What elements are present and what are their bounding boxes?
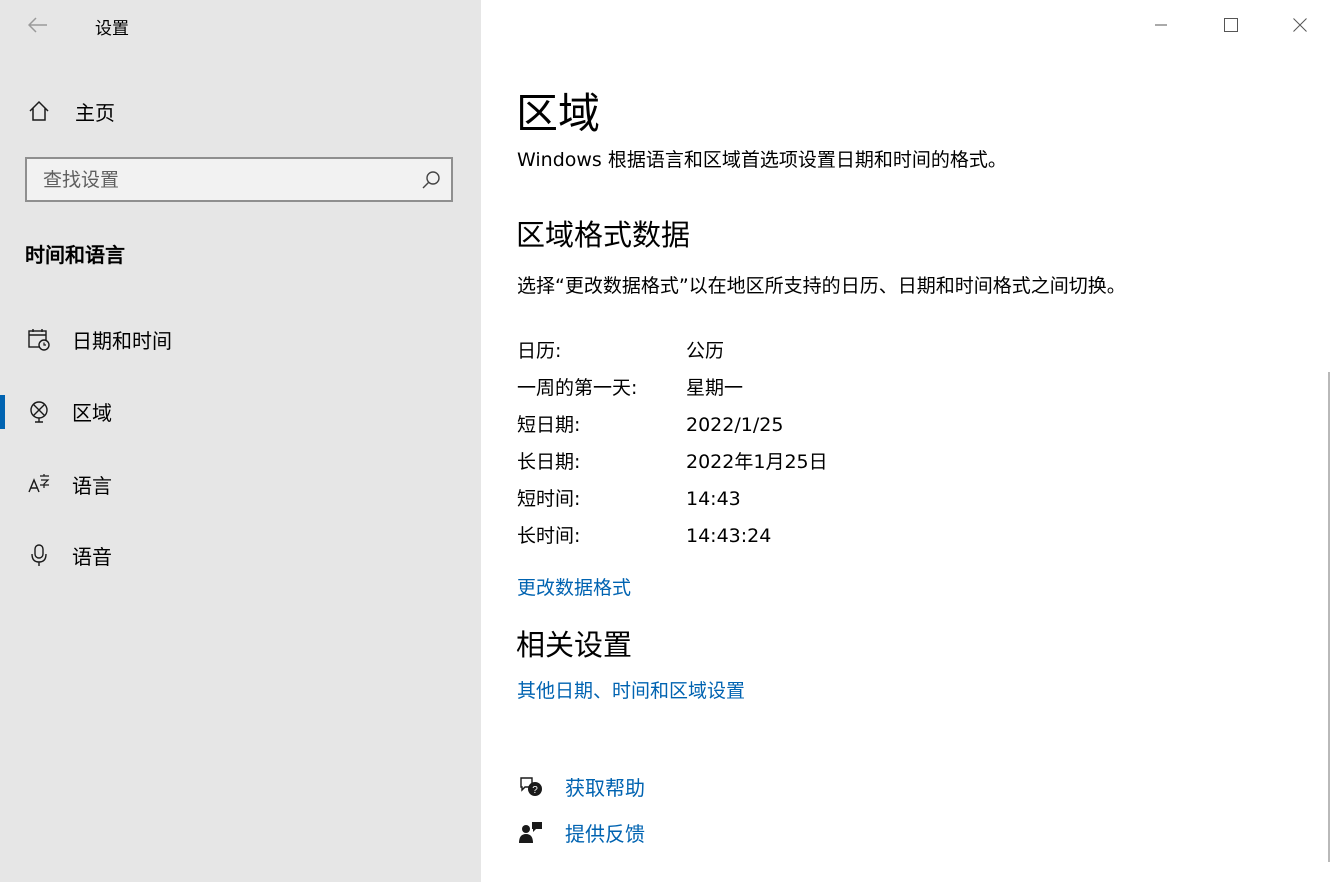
format-row-short-date: 短日期: 2022/1/25 [517, 410, 783, 437]
minimize-button[interactable] [1127, 0, 1195, 50]
format-row-long-time: 长时间: 14:43:24 [517, 521, 771, 548]
sidebar-item-label: 区域 [72, 400, 112, 425]
format-label: 长日期: [517, 451, 581, 473]
format-label: 长时间: [517, 525, 581, 547]
search-input[interactable] [27, 158, 411, 201]
sidebar-item-speech[interactable]: 语音 [0, 525, 481, 585]
back-button[interactable] [20, 8, 56, 42]
feedback-icon [517, 820, 545, 846]
maximize-icon [1224, 18, 1238, 32]
search-box[interactable] [25, 157, 453, 202]
search-icon[interactable] [411, 170, 451, 190]
format-row-long-date: 长日期: 2022年1月25日 [517, 447, 828, 474]
maximize-button[interactable] [1197, 0, 1265, 50]
format-row-short-time: 短时间: 14:43 [517, 484, 741, 511]
format-label: 短日期: [517, 414, 581, 436]
format-label: 一周的第一天: [517, 377, 638, 399]
selected-indicator [0, 395, 5, 429]
minimize-icon [1155, 24, 1167, 26]
page-title: 区域 [516, 89, 601, 138]
arrow-left-icon [28, 17, 47, 33]
format-value: 2022年1月25日 [686, 451, 828, 473]
close-button[interactable] [1266, 0, 1334, 50]
get-help-row[interactable]: ? 获取帮助 [517, 772, 645, 801]
format-label: 日历: [517, 340, 562, 362]
calendar-clock-icon [22, 327, 56, 351]
language-icon [22, 472, 56, 496]
help-chat-icon: ? [517, 774, 545, 800]
format-label: 短时间: [517, 488, 581, 510]
sidebar-item-date-time[interactable]: 日期和时间 [0, 309, 481, 369]
format-value: 星期一 [686, 377, 744, 399]
sidebar-item-language[interactable]: 语言 [0, 454, 481, 514]
format-value: 14:43:24 [686, 525, 772, 547]
format-value: 公历 [686, 340, 725, 362]
additional-settings-link[interactable]: 其他日期、时间和区域设置 [517, 676, 745, 703]
section-heading: 时间和语言 [25, 243, 125, 267]
get-help-link[interactable]: 获取帮助 [565, 772, 645, 801]
sidebar-item-home[interactable]: 主页 [22, 92, 462, 130]
page-description: Windows 根据语言和区域首选项设置日期和时间的格式。 [517, 149, 1007, 171]
close-icon [1293, 18, 1307, 32]
svg-text:?: ? [532, 785, 538, 796]
related-settings-heading: 相关设置 [516, 628, 633, 662]
format-value: 2022/1/25 [686, 414, 784, 436]
feedback-row[interactable]: 提供反馈 [517, 818, 645, 847]
format-description: 选择“更改数据格式”以在地区所支持的日历、日期和时间格式之间切换。 [517, 275, 1126, 297]
format-heading: 区域格式数据 [516, 218, 691, 252]
format-row-calendar: 日历: 公历 [517, 336, 724, 363]
main-content: 区域 Windows 根据语言和区域首选项设置日期和时间的格式。 区域格式数据 … [481, 0, 1337, 882]
sidebar: 设置 主页 时间和语言 日期和时间 [0, 0, 481, 882]
scrollbar[interactable] [1328, 372, 1330, 862]
sidebar-item-label: 语言 [72, 473, 112, 498]
change-format-link[interactable]: 更改数据格式 [517, 573, 631, 600]
give-feedback-link[interactable]: 提供反馈 [565, 818, 645, 847]
globe-icon [22, 399, 56, 423]
sidebar-item-label: 主页 [75, 100, 115, 125]
sidebar-item-region[interactable]: 区域 [0, 381, 481, 441]
microphone-icon [22, 543, 56, 567]
format-row-first-day: 一周的第一天: 星期一 [517, 373, 743, 400]
home-icon [22, 100, 56, 122]
sidebar-item-label: 日期和时间 [72, 328, 172, 353]
sidebar-item-label: 语音 [72, 544, 112, 569]
format-value: 14:43 [686, 488, 741, 510]
app-title: 设置 [95, 19, 129, 39]
